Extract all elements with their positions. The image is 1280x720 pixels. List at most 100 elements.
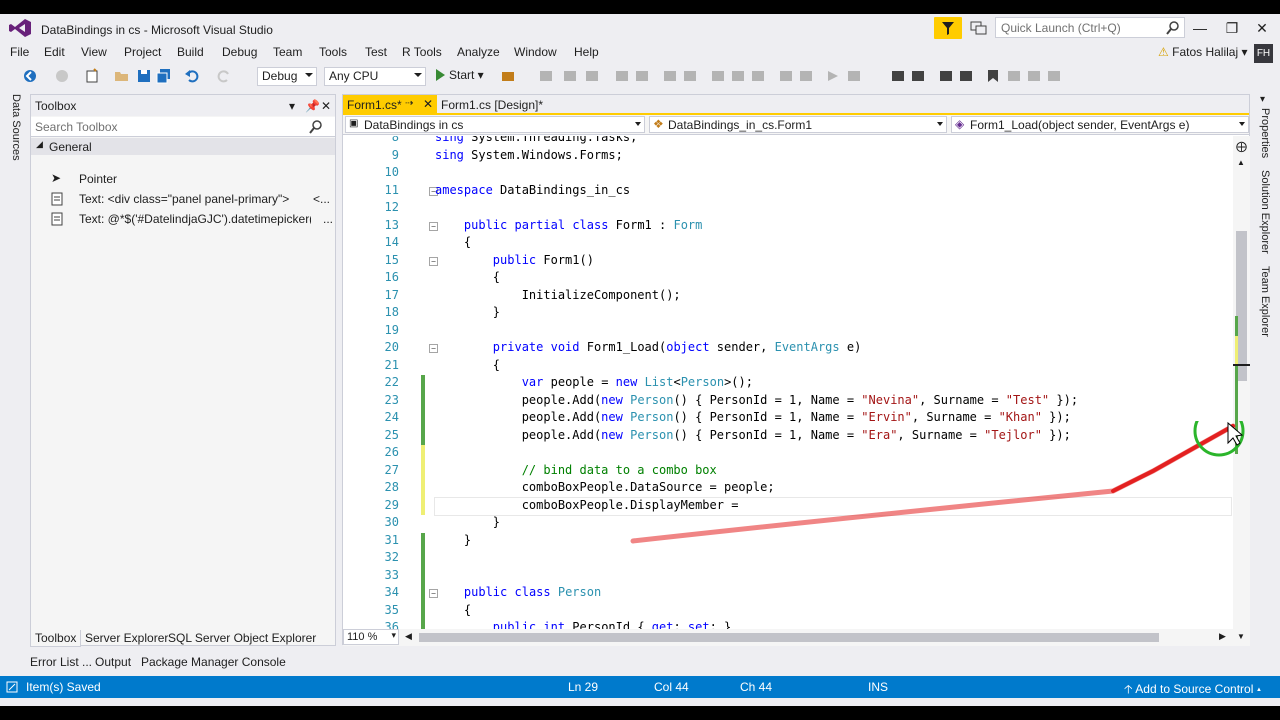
code-line[interactable]: 20− private void Form1_Load(object sende… — [343, 340, 1233, 358]
menu-test[interactable]: Test — [365, 45, 387, 59]
close-icon[interactable]: ✕ — [321, 99, 331, 113]
line-number: 18 — [384, 305, 399, 319]
solution-configuration-select[interactable]: Debug — [257, 67, 317, 86]
title-bar: DataBindings in cs - Microsoft Visual St… — [0, 14, 1280, 42]
scroll-up-icon[interactable]: ▲ — [1237, 158, 1245, 167]
tab-sql-server-object-explorer[interactable]: SQL Server Object Explorer — [164, 630, 320, 646]
menu-tools[interactable]: Tools — [319, 45, 347, 59]
menu-window[interactable]: Window — [514, 45, 557, 59]
code-line[interactable]: 23 people.Add(new Person() { PersonId = … — [343, 392, 1233, 410]
change-marker — [421, 620, 425, 629]
code-line[interactable]: 10 — [343, 165, 1233, 183]
tab-form1-cs[interactable]: Form1.cs* ⇢ ✕ — [343, 95, 437, 115]
start-button[interactable]: Start ▾ — [436, 68, 484, 82]
type-dropdown[interactable]: ❖ DataBindings_in_cs.Form1 — [649, 116, 947, 133]
scroll-thumb[interactable] — [419, 633, 1159, 642]
code-line[interactable]: 12 — [343, 200, 1233, 218]
menu-build[interactable]: Build — [177, 45, 204, 59]
toolbox-group-general[interactable]: ◢ General — [31, 138, 335, 155]
new-project-icon[interactable] — [84, 68, 100, 84]
code-line[interactable]: 18 } — [343, 305, 1233, 323]
menu-file[interactable]: File — [10, 45, 29, 59]
tab-form1-design[interactable]: Form1.cs [Design]* — [437, 95, 547, 115]
annotation-arrow-stroke — [630, 421, 1245, 544]
quick-launch-input[interactable]: Quick Launch (Ctrl+Q) — [995, 17, 1185, 38]
code-line[interactable]: 36 public int PersonId { get; set; } — [343, 620, 1233, 629]
menu-r-tools[interactable]: R Tools — [402, 45, 442, 59]
menu-view[interactable]: View — [81, 45, 107, 59]
pin-icon[interactable]: ⇢ — [405, 98, 413, 109]
horizontal-scrollbar[interactable]: 110 % ▾ ◀ ▶ — [343, 629, 1233, 646]
save-all-icon[interactable] — [156, 68, 172, 84]
minimize-button[interactable]: — — [1186, 16, 1214, 40]
menu-team[interactable]: Team — [273, 45, 302, 59]
zoom-select[interactable]: 110 % ▾ — [343, 629, 399, 645]
tab-toolbox[interactable]: Toolbox — [30, 630, 82, 647]
toolbox-item-text-snippet[interactable]: Text: <div class="panel panel-primary"> … — [31, 189, 335, 209]
feedback-icon[interactable] — [970, 20, 988, 36]
code-line[interactable]: 35 { — [343, 602, 1233, 620]
code-line[interactable]: 33 — [343, 567, 1233, 585]
menu-help[interactable]: Help — [574, 45, 599, 59]
menu-edit[interactable]: Edit — [44, 45, 65, 59]
navigate-forward-icon[interactable] — [54, 68, 70, 84]
add-to-source-control-button[interactable]: 🡡 Add to Source Control ▴ — [1124, 680, 1261, 701]
vertical-scrollbar[interactable]: ⨁ ▲ ▼ — [1233, 136, 1250, 646]
menu-project[interactable]: Project — [124, 45, 161, 59]
user-name[interactable]: ⚠ Fatos Halilaj ▾ — [1158, 45, 1248, 59]
tab-server-explorer[interactable]: Server Explorer — [81, 630, 172, 646]
tab-error-list[interactable]: Error List ... — [26, 654, 96, 670]
member-dropdown[interactable]: ◈ Form1_Load(object sender, EventArgs e) — [951, 116, 1249, 133]
code-line[interactable]: 19 — [343, 323, 1233, 341]
toolbox-item-text-snippet[interactable]: Text: @*$('#DatelindjaGJC').datetimepick… — [31, 209, 335, 229]
undo-icon[interactable] — [184, 68, 200, 84]
pointer-icon: ➤ — [51, 171, 62, 185]
close-button[interactable]: ✕ — [1248, 16, 1276, 40]
navigate-back-icon[interactable] — [22, 68, 38, 84]
menu-analyze[interactable]: Analyze — [457, 45, 500, 59]
tab-package-manager-console[interactable]: Package Manager Console — [137, 654, 290, 670]
code-line[interactable]: 21 { — [343, 358, 1233, 376]
code-line[interactable]: 13− public partial class Form1 : Form — [343, 218, 1233, 236]
scroll-left-icon[interactable]: ◀ — [405, 631, 412, 642]
quick-launch-placeholder: Quick Launch (Ctrl+Q) — [1001, 21, 1121, 35]
notification-filter-button[interactable] — [934, 17, 962, 39]
tab-output[interactable]: Output — [91, 654, 135, 670]
code-line[interactable]: 22 var people = new List<Person>(); — [343, 375, 1233, 393]
code-line[interactable]: 9 sing System.Windows.Forms; — [343, 148, 1233, 166]
code-area[interactable]: 8 sing System.Threading.Tasks; 9 sing Syste… — [343, 136, 1233, 629]
maximize-button[interactable]: ❐ — [1218, 16, 1246, 40]
close-tab-icon[interactable]: ✕ — [423, 97, 433, 111]
configuration-value: Debug — [262, 69, 298, 83]
code-line[interactable]: 15− public Form1() — [343, 253, 1233, 271]
code-line[interactable]: 16 { — [343, 270, 1233, 288]
code-line[interactable]: 34− public class Person — [343, 585, 1233, 603]
tab-data-sources[interactable]: Data Sources — [10, 94, 22, 161]
avatar[interactable]: FH — [1254, 44, 1273, 63]
project-dropdown[interactable]: ▣ DataBindings in cs — [345, 116, 645, 133]
scroll-right-icon[interactable]: ▶ — [1219, 631, 1226, 642]
open-file-icon[interactable] — [114, 68, 130, 84]
split-icon[interactable]: ⨁ — [1236, 140, 1247, 153]
code-line[interactable]: 17 InitializeComponent(); — [343, 288, 1233, 306]
dropdown-icon[interactable]: ▾ — [289, 99, 295, 113]
code-line[interactable]: 32 — [343, 550, 1233, 568]
code-line[interactable]: 14 { — [343, 235, 1233, 253]
pin-icon[interactable]: 📌 — [305, 99, 320, 113]
toolbox-item-pointer[interactable]: ➤ Pointer — [31, 169, 335, 189]
dropdown-icon[interactable]: ▾ — [1260, 94, 1265, 105]
code-line[interactable]: 8 sing System.Threading.Tasks; — [343, 136, 1233, 148]
menu-debug[interactable]: Debug — [222, 45, 257, 59]
line-number: 31 — [384, 532, 399, 547]
browser-link-icon[interactable] — [500, 68, 516, 84]
toolbox-search-input[interactable]: Search Toolbox — [31, 117, 335, 137]
tab-solution-explorer[interactable]: Solution Explorer — [1259, 170, 1271, 254]
save-icon[interactable] — [136, 68, 152, 84]
tab-properties[interactable]: Properties — [1259, 108, 1271, 158]
code-line[interactable]: 11− amespace DataBindings_in_cs — [343, 183, 1233, 201]
line-number: 22 — [384, 375, 399, 389]
tab-team-explorer[interactable]: Team Explorer — [1259, 266, 1271, 337]
solution-platform-select[interactable]: Any CPU — [324, 67, 426, 86]
scroll-down-icon[interactable]: ▼ — [1237, 632, 1245, 641]
redo-icon[interactable] — [216, 68, 232, 84]
